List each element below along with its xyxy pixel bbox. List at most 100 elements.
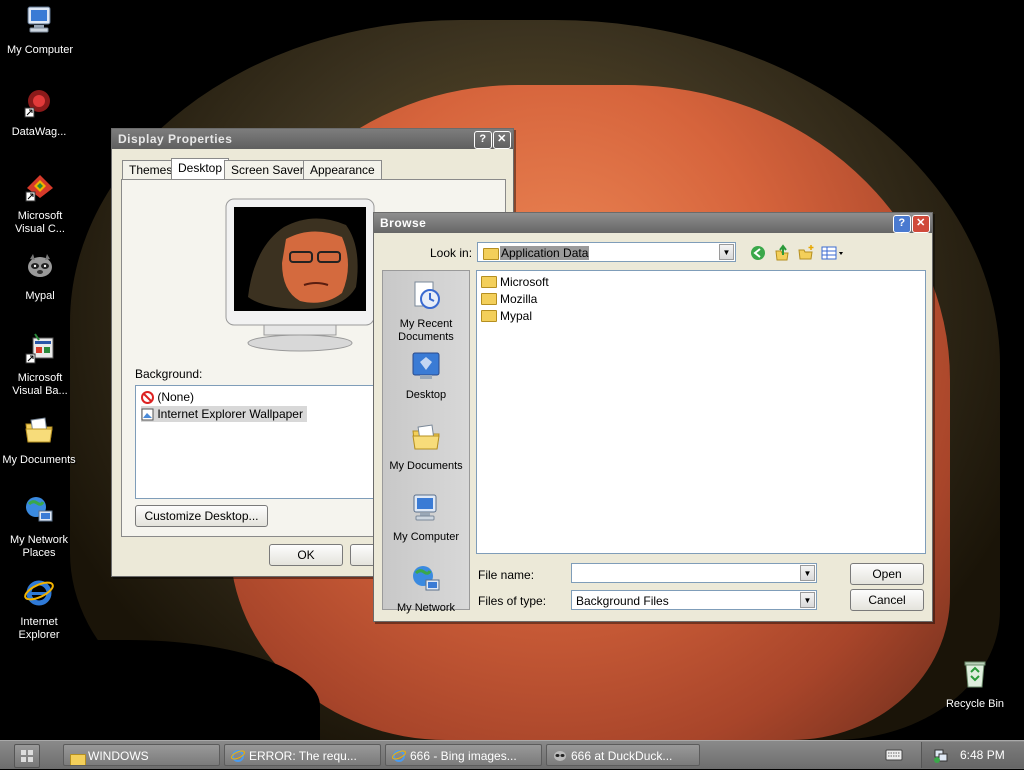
no-entry-icon	[141, 391, 154, 405]
chevron-down-icon[interactable]: ▼	[800, 565, 815, 581]
desktop-icon-label: Microsoft Visual Ba...	[12, 372, 68, 397]
new-folder-icon[interactable]	[798, 244, 815, 261]
documents-folder-icon	[412, 424, 440, 450]
computer-icon	[413, 494, 437, 521]
place-label: Desktop	[405, 389, 447, 401]
close-button[interactable]: ✕	[912, 215, 930, 233]
taskbar-button-label: 666 - Bing images...	[410, 749, 517, 763]
desktop-icon-my-documents[interactable]: My Documents	[1, 414, 77, 467]
place-my-network[interactable]: My Network	[383, 563, 469, 615]
background-label: Background:	[135, 367, 203, 381]
tab-desktop[interactable]: Desktop	[171, 158, 230, 179]
desktop-icon-label: Recycle Bin	[945, 698, 1005, 710]
tab-strip: Themes Desktop Screen Saver Appearance	[121, 158, 504, 180]
tab-screen-saver[interactable]: Screen Saver	[224, 160, 311, 179]
back-icon[interactable]	[750, 245, 766, 261]
recent-documents-icon	[414, 281, 440, 309]
internet-explorer-icon	[231, 750, 245, 762]
tab-appearance[interactable]: Appearance	[303, 160, 382, 179]
desktop-icon-visual-basic[interactable]: Microsoft Visual Ba...	[2, 332, 78, 398]
files-of-type-select[interactable]: Background Files ▼	[571, 590, 817, 610]
look-in-value: Application Data	[500, 246, 590, 260]
file-list[interactable]: Microsoft Mozilla Mypal	[476, 270, 926, 554]
desktop-icon-mypal[interactable]: Mypal	[2, 250, 78, 303]
desktop-icon	[412, 352, 440, 379]
look-in-combo[interactable]: Application Data ▼	[477, 242, 736, 262]
folder-icon	[481, 292, 497, 305]
image-file-icon	[141, 408, 154, 421]
customize-desktop-button[interactable]: Customize Desktop...	[135, 505, 268, 527]
browse-titlebar[interactable]: Browse ? ✕	[374, 213, 932, 233]
raccoon-icon	[554, 751, 566, 761]
start-button[interactable]	[14, 744, 40, 768]
datawag-icon	[24, 90, 50, 118]
help-button[interactable]: ?	[474, 131, 492, 149]
desktop-icon-label: Mypal	[25, 290, 55, 302]
taskbar-button-bing[interactable]: 666 - Bing images...	[385, 744, 542, 766]
folder-icon	[70, 749, 86, 765]
desktop-icon-label: Microsoft Visual C...	[15, 210, 65, 235]
taskbar-button-label: ERROR: The requ...	[249, 749, 357, 763]
background-item-none[interactable]: (None)	[141, 389, 194, 405]
visual-studio-icon	[25, 175, 53, 202]
background-item-label: Internet Explorer Wallpaper	[157, 407, 303, 421]
system-tray: 6:48 PM	[921, 742, 1024, 768]
network-status-icon[interactable]	[933, 748, 949, 763]
place-label: My Network	[396, 602, 456, 614]
desktop-icon-label: Internet Explorer	[18, 616, 60, 641]
file-name-field[interactable]: ▼	[571, 563, 817, 583]
ok-button[interactable]: OK	[269, 544, 343, 566]
internet-explorer-icon	[24, 580, 54, 606]
list-item[interactable]: Mozilla	[481, 291, 537, 307]
list-item[interactable]: Microsoft	[481, 274, 549, 290]
desktop-icon-label: DataWag...	[11, 126, 67, 138]
network-icon	[413, 566, 440, 591]
display-properties-titlebar[interactable]: Display Properties ? ✕	[112, 129, 513, 149]
look-in-label: Look in:	[430, 246, 473, 260]
keyboard-icon[interactable]	[885, 748, 903, 762]
desktop-icon-internet-explorer[interactable]: Internet Explorer	[1, 576, 77, 642]
taskbar-button-error[interactable]: ERROR: The requ...	[224, 744, 381, 766]
raccoon-icon	[28, 254, 52, 277]
place-my-recent-documents[interactable]: My Recent Documents	[383, 279, 469, 344]
chevron-down-icon[interactable]: ▼	[800, 592, 815, 608]
desktop-icon-recycle-bin[interactable]: Recycle Bin	[937, 658, 1013, 711]
file-name-label: File name:	[478, 568, 535, 582]
background-item-ie-wallpaper[interactable]: Internet Explorer Wallpaper	[141, 406, 307, 422]
cancel-button[interactable]: Cancel	[850, 589, 924, 611]
file-label: Mypal	[500, 309, 533, 323]
files-of-type-label: Files of type:	[478, 594, 547, 608]
chevron-down-icon[interactable]: ▼	[719, 244, 734, 260]
place-label: My Recent Documents	[398, 318, 454, 343]
taskbar-button-duckduckgo[interactable]: 666 at DuckDuck...	[546, 744, 700, 766]
folder-icon	[483, 248, 499, 260]
recycle-bin-icon	[964, 661, 986, 688]
desktop-icon-label: My Documents	[2, 454, 76, 466]
background-listbox[interactable]: (None) Internet Explorer Wallpaper	[135, 385, 393, 499]
taskbar-button-windows[interactable]: WINDOWS	[63, 744, 220, 766]
place-my-documents[interactable]: My Documents	[383, 421, 469, 473]
desktop-icon-my-computer[interactable]: My Computer	[2, 4, 78, 57]
background-item-label: (None)	[157, 390, 195, 404]
desktop-icon-my-network-places[interactable]: My Network Places	[1, 494, 77, 560]
desktop-icon-datawag[interactable]: DataWag...	[1, 86, 77, 139]
desktop-icon-label: My Computer	[6, 44, 74, 56]
desktop-icon-visual-c[interactable]: Microsoft Visual C...	[2, 170, 78, 236]
visual-basic-icon	[25, 333, 54, 364]
close-button[interactable]: ✕	[493, 131, 511, 149]
folder-icon	[481, 309, 497, 322]
place-desktop[interactable]: Desktop	[383, 350, 469, 402]
list-item[interactable]: Mypal	[481, 308, 532, 324]
help-button[interactable]: ?	[893, 215, 911, 233]
place-my-computer[interactable]: My Computer	[383, 492, 469, 544]
documents-folder-icon	[25, 417, 53, 443]
places-bar: My Recent Documents Desktop My Documents…	[382, 270, 470, 614]
view-menu-icon[interactable]	[821, 245, 845, 261]
clock[interactable]: 6:48 PM	[960, 742, 1005, 768]
file-label: Microsoft	[500, 275, 549, 289]
up-folder-icon[interactable]	[774, 244, 790, 261]
window-title: Display Properties	[118, 132, 233, 146]
network-icon	[26, 497, 53, 522]
taskbar: WINDOWS ERROR: The requ... 666 - Bing im…	[0, 740, 1024, 769]
open-button[interactable]: Open	[850, 563, 924, 585]
